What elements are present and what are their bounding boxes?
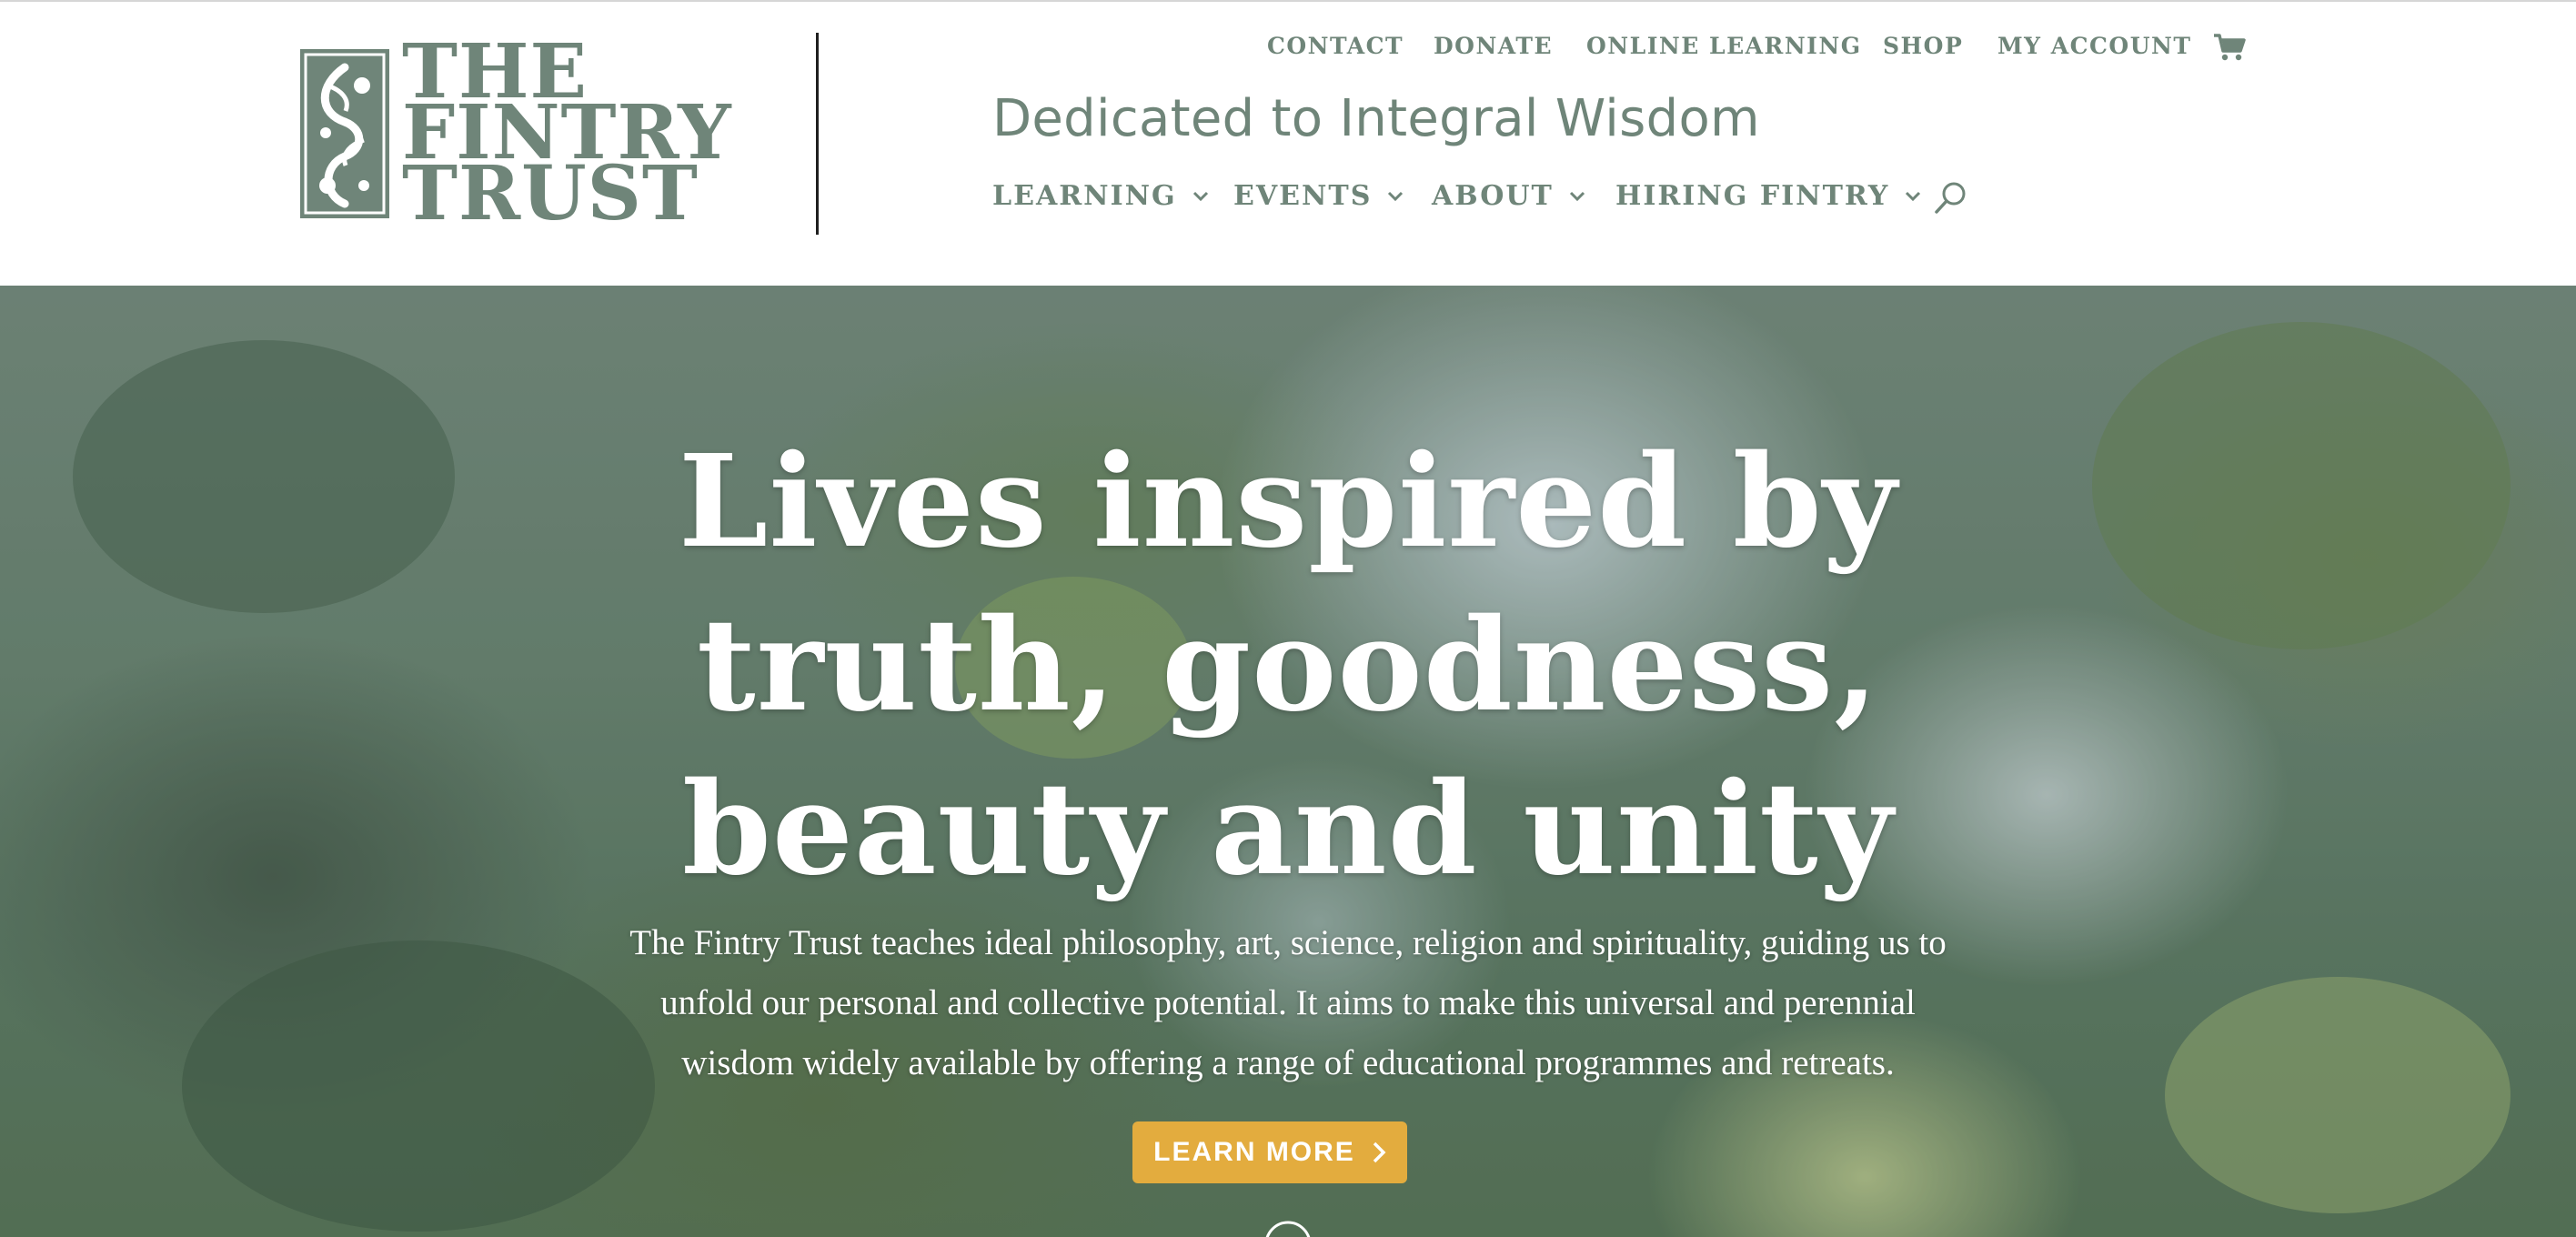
chevron-down-icon xyxy=(1906,191,1921,201)
nav-shop[interactable]: SHOP xyxy=(1883,33,1963,59)
learn-more-label: LEARN MORE xyxy=(1153,1137,1355,1167)
scroll-down-icon[interactable] xyxy=(1263,1219,1313,1237)
hero-description-line-1: The Fintry Trust teaches ideal philosoph… xyxy=(629,923,1947,962)
search-icon[interactable] xyxy=(1932,180,1968,216)
site-header: The Fintry Trust CONTACT DONATE ONLINE L… xyxy=(0,0,2576,286)
nav-events[interactable]: EVENTS xyxy=(1233,180,1404,212)
chevron-down-icon xyxy=(1192,191,1208,201)
hero-headline-line-2: truth, goodness, xyxy=(697,591,1879,740)
nav-learning-label: LEARNING xyxy=(992,180,1177,212)
site-tagline: Dedicated to Integral Wisdom xyxy=(992,89,1760,148)
nav-hiring-fintry-label: HIRING FINTRY xyxy=(1615,180,1890,212)
nav-about[interactable]: ABOUT xyxy=(1432,180,1586,212)
hero-headline: Lives inspired by truth, goodness, beaut… xyxy=(0,420,2576,911)
hero-headline-line-3: beauty and unity xyxy=(681,755,1895,904)
hero-description-line-3: wisdom widely available by offering a ra… xyxy=(681,1043,1895,1082)
nav-online-learning[interactable]: ONLINE LEARNING xyxy=(1586,33,1862,59)
primary-nav: LEARNING EVENTS ABOUT HIRING FINTRY xyxy=(0,180,2576,220)
nav-learning[interactable]: LEARNING xyxy=(992,180,1210,212)
chevron-right-icon xyxy=(1373,1141,1386,1163)
nav-hiring-fintry[interactable]: HIRING FINTRY xyxy=(1615,180,1922,212)
nav-donate[interactable]: DONATE xyxy=(1434,33,1553,59)
hero-section: Lives inspired by truth, goodness, beaut… xyxy=(0,286,2576,1237)
secondary-nav: CONTACT DONATE ONLINE LEARNING SHOP MY A… xyxy=(0,33,2576,69)
chevron-down-icon xyxy=(1569,191,1585,201)
chevron-down-icon xyxy=(1388,191,1404,201)
nav-events-label: EVENTS xyxy=(1233,180,1373,212)
hero-description-line-2: unfold our personal and collective poten… xyxy=(660,983,1916,1022)
cart-icon[interactable] xyxy=(2213,33,2246,62)
hero-description: The Fintry Trust teaches ideal philosoph… xyxy=(515,913,2061,1093)
nav-my-account[interactable]: MY ACCOUNT xyxy=(1997,33,2191,59)
nav-about-label: ABOUT xyxy=(1432,180,1554,212)
learn-more-button[interactable]: LEARN MORE xyxy=(1132,1121,1407,1183)
hero-headline-line-1: Lives inspired by xyxy=(678,427,1898,577)
nav-contact[interactable]: CONTACT xyxy=(1267,33,1404,59)
